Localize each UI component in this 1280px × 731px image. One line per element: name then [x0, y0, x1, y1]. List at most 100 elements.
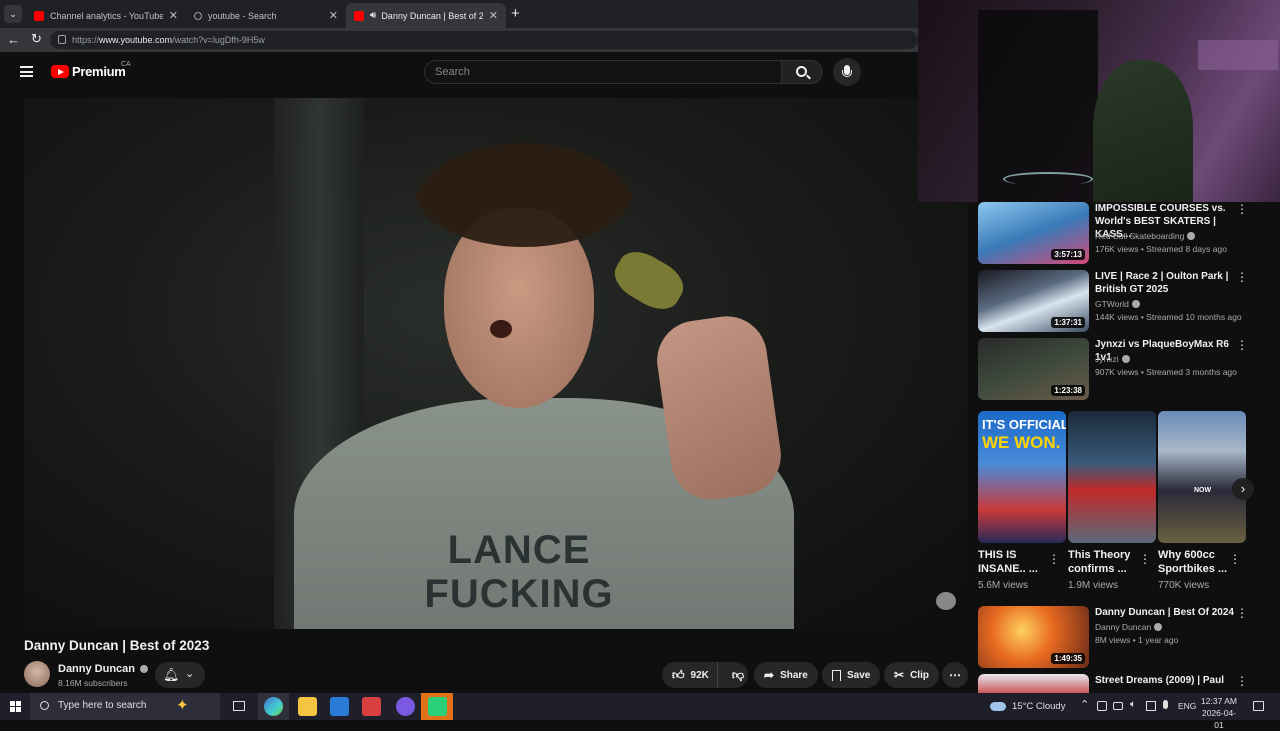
recommended-video[interactable]: 3:57:13 IMPOSSIBLE COURSES vs. World's B… — [978, 202, 1268, 266]
short-title[interactable]: This Theory confirms ... — [1068, 548, 1138, 576]
short-views: 770K views — [1158, 580, 1210, 591]
more-options-icon[interactable]: ⋮ — [1236, 606, 1248, 620]
windows-start-icon[interactable] — [10, 701, 21, 712]
hamburger-menu-icon[interactable] — [20, 66, 33, 77]
channel-name[interactable]: GTWorld — [1095, 299, 1140, 309]
language-indicator[interactable]: ENG — [1178, 701, 1196, 711]
verified-icon — [1154, 623, 1163, 631]
volume-icon[interactable]: 🔈︎ — [1130, 699, 1136, 710]
channel-name[interactable]: Jynxzi — [1095, 354, 1130, 364]
video-meta: 144K views • Streamed 10 months ago — [1095, 312, 1242, 322]
video-title[interactable]: LIVE | Race 2 | Oulton Park | British GT… — [1095, 270, 1235, 296]
youtube-studio-icon — [34, 10, 44, 21]
chevron-up-icon[interactable]: ⌃ — [1080, 698, 1089, 711]
file-explorer-icon[interactable] — [298, 697, 317, 716]
recommended-video[interactable]: 1:23:38 Jynxzi vs PlaqueBoyMax R6 1v1 Jy… — [978, 338, 1268, 402]
tab-list-button[interactable]: ⌄ — [4, 5, 22, 23]
more-options-icon[interactable]: ⋮ — [1236, 202, 1248, 216]
usb-icon[interactable] — [1146, 701, 1156, 711]
verified-icon — [140, 665, 149, 673]
recommended-video[interactable]: 1:37:31 LIVE | Race 2 | Oulton Park | Br… — [978, 270, 1268, 334]
onedrive-icon[interactable] — [1113, 702, 1123, 710]
cloud-icon — [990, 702, 1006, 711]
close-tab-icon[interactable]: ✕ — [489, 9, 498, 22]
video-meta: 176K views • Streamed 8 days ago — [1095, 244, 1227, 254]
video-thumbnail[interactable]: 3:57:13 — [978, 202, 1089, 264]
premium-logo-text[interactable]: Premium — [72, 64, 126, 79]
subscribed-notifications-button[interactable]: 🔔︎ ⌄ — [155, 662, 205, 688]
dislike-button[interactable]: 👎︎ — [724, 662, 752, 688]
shorts-next-arrow-icon[interactable]: › — [1232, 478, 1254, 500]
channel-name[interactable]: Danny Duncan — [58, 663, 149, 675]
more-actions-button[interactable]: ⋯ — [942, 662, 968, 688]
close-tab-icon[interactable]: ✕ — [169, 9, 178, 22]
more-options-icon[interactable]: ⋮ — [1236, 270, 1248, 284]
youtube-header: Premium CA Search — [0, 52, 920, 92]
tab-danny-duncan[interactable]: 🔊︎ Danny Duncan | Best of 2023 ✕ — [346, 3, 506, 28]
like-dislike-group: 👍︎ 92K 👎︎ — [662, 662, 748, 688]
more-options-icon[interactable]: ⋮ — [1139, 552, 1151, 566]
new-tab-button[interactable]: + — [511, 5, 520, 22]
url-prefix: https:// — [72, 35, 100, 45]
channel-name[interactable]: Red Bull Skateboarding — [1095, 231, 1196, 241]
windows-taskbar: Type here to search ✦ 15°C Cloudy ⌃ 🔈︎ E… — [0, 693, 1280, 730]
more-options-icon[interactable]: ⋮ — [1236, 674, 1248, 688]
gift-app-icon[interactable] — [362, 697, 381, 716]
back-arrow-icon[interactable]: ← — [7, 32, 20, 47]
short-thumbnail[interactable]: NOW — [1158, 411, 1246, 543]
youtube-icon — [354, 10, 364, 21]
green-app-icon[interactable] — [428, 697, 447, 716]
weather-text[interactable]: 15°C Cloudy — [1012, 701, 1065, 712]
video-meta: 8M views • 1 year ago — [1095, 635, 1179, 645]
more-options-icon[interactable]: ⋮ — [1236, 338, 1248, 352]
channel-name[interactable]: Danny Duncan — [1095, 622, 1163, 632]
close-tab-icon[interactable]: ✕ — [329, 9, 338, 22]
task-view-icon[interactable] — [233, 701, 245, 711]
video-thumbnail[interactable]: 1:37:31 — [978, 270, 1089, 332]
more-options-icon[interactable]: ⋮ — [1048, 552, 1060, 566]
search-input[interactable]: Search — [424, 60, 782, 84]
microphone-icon[interactable] — [1163, 700, 1168, 709]
voice-search-button[interactable] — [833, 58, 861, 86]
network-icon[interactable] — [1097, 701, 1107, 711]
video-title[interactable]: Danny Duncan | Best Of 2024 — [1095, 606, 1235, 619]
share-button[interactable]: ➦ Share — [754, 662, 818, 688]
save-button[interactable]: Save — [822, 662, 881, 688]
like-button[interactable]: 👍︎ 92K — [662, 662, 718, 688]
url-field[interactable]: https://www.youtube.com/watch?v=lugDfh-9… — [50, 31, 918, 49]
tab-channel-analytics[interactable]: Channel analytics - YouTube Studi ✕ — [26, 3, 186, 28]
search-button[interactable] — [781, 60, 823, 84]
mail-icon[interactable] — [330, 697, 349, 716]
speaker-icon[interactable]: 🔊︎ — [370, 10, 376, 21]
bell-icon: 🔔︎ — [163, 667, 180, 682]
taskbar-search-input[interactable]: Type here to search — [30, 693, 220, 720]
discord-icon[interactable] — [396, 697, 415, 716]
video-player[interactable]: LANCE FUCKING — [24, 98, 968, 629]
clip-button[interactable]: ✂ Clip — [884, 662, 939, 688]
short-title[interactable]: Why 600cc Sportbikes ... — [1158, 548, 1228, 576]
short-thumbnail[interactable] — [1068, 411, 1156, 543]
notification-icon[interactable] — [1253, 701, 1264, 711]
recommended-video[interactable]: 1:49:35 Danny Duncan | Best Of 2024 Dann… — [978, 606, 1268, 670]
video-title[interactable]: Street Dreams (2009) | Paul — [1095, 674, 1245, 687]
short-thumbnail[interactable]: IT'S OFFICIAL... WE WON. — [978, 411, 1066, 543]
reload-icon[interactable]: ↻ — [31, 31, 42, 47]
video-thumbnail[interactable] — [978, 674, 1089, 693]
webcam-light-ring — [1003, 172, 1093, 186]
search-highlight-icon: ✦ — [176, 697, 189, 714]
clock[interactable]: 12:37 AM 2026-04-01 — [1200, 695, 1238, 731]
site-info-icon[interactable] — [58, 35, 66, 44]
short-title[interactable]: THIS IS INSANE.. ... — [978, 548, 1048, 576]
video-thumbnail[interactable]: 1:23:38 — [978, 338, 1089, 400]
recommended-video[interactable]: Street Dreams (2009) | Paul ⋮ — [978, 674, 1268, 693]
channel-name-text: Danny Duncan — [1095, 622, 1152, 632]
channel-avatar[interactable] — [24, 661, 50, 687]
search-icon — [194, 11, 202, 20]
tab-youtube-search[interactable]: youtube - Search ✕ — [186, 3, 346, 28]
video-thumbnail[interactable]: 1:49:35 — [978, 606, 1089, 668]
like-count: 92K — [690, 669, 709, 681]
more-options-icon[interactable]: ⋮ — [1229, 552, 1241, 566]
channel-watermark-icon[interactable] — [936, 592, 956, 610]
shirt-text-line1: LANCE — [447, 528, 591, 572]
youtube-logo-icon[interactable] — [51, 65, 69, 78]
